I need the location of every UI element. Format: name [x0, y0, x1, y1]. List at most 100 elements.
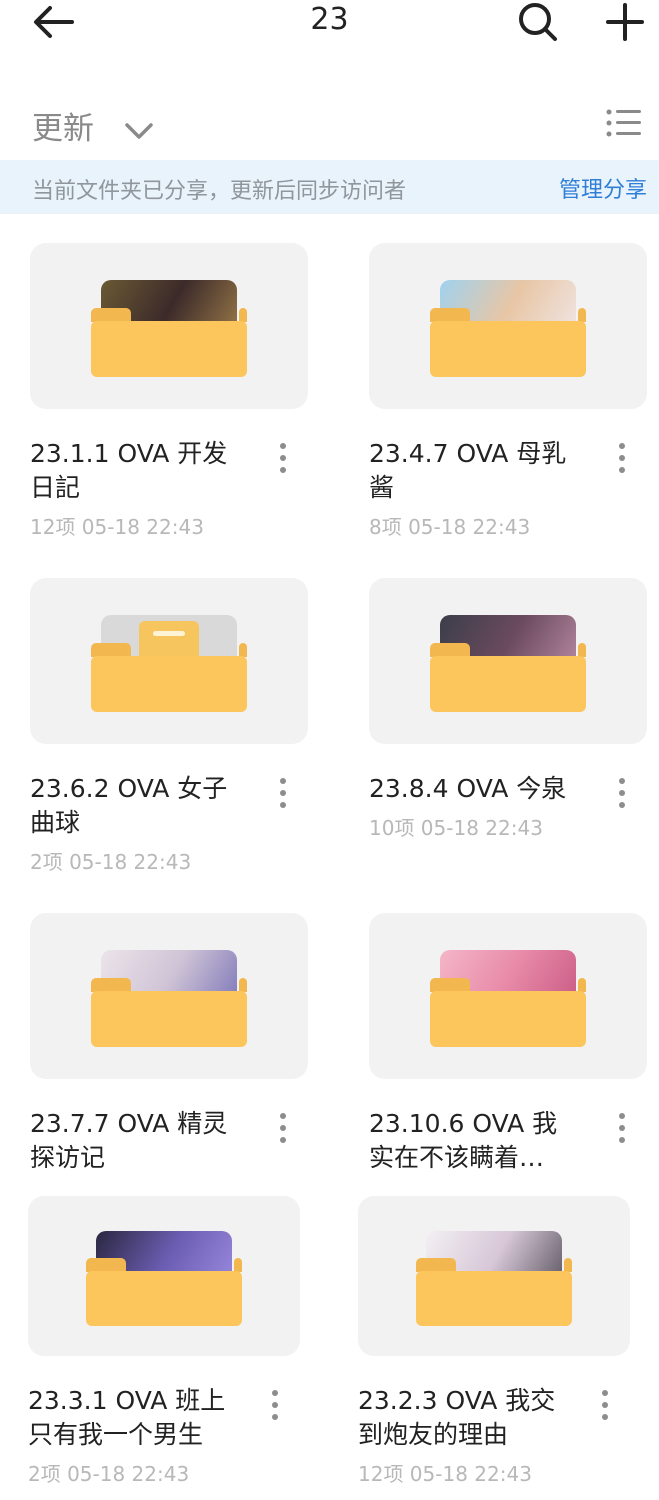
more-dot	[272, 1414, 278, 1420]
folder-icon	[430, 656, 586, 713]
folder-name-line: 实在不该瞒着…	[369, 1143, 545, 1172]
folder-name-line: 探访记	[30, 1143, 106, 1172]
folder-name-line: 23.7.7 OVA 精灵	[30, 1109, 228, 1138]
folder-tab	[91, 307, 131, 322]
folder-card[interactable]: 23.1.1 OVA 开发 日記 12项 05-18 22:43	[30, 243, 308, 543]
folder-card[interactable]: 23.8.4 OVA 今泉 10项 05-18 22:43	[369, 578, 647, 878]
folder-name-line: 23.1.1 OVA 开发	[30, 439, 228, 468]
folder-meta: 8项 05-18 22:43	[369, 515, 531, 539]
share-banner: 当前文件夹已分享，更新后同步访问者 管理分享	[0, 160, 659, 214]
folder-meta: 10项 05-18 22:43	[369, 816, 543, 840]
more-vertical-icon[interactable]	[619, 778, 625, 808]
more-vertical-icon[interactable]	[280, 1113, 286, 1143]
more-dot	[280, 1113, 286, 1119]
folder-thumbnail	[30, 913, 308, 1079]
more-dot	[619, 1125, 625, 1131]
more-dot	[619, 1137, 625, 1143]
more-dot	[280, 455, 286, 461]
folder-tab-right	[239, 642, 247, 657]
folder-name-line: 曲球	[30, 808, 81, 837]
folder-name: 23.3.1 OVA 班上 只有我一个男生	[28, 1384, 240, 1452]
folder-icon	[91, 991, 247, 1048]
folder-tab	[430, 307, 470, 322]
more-dot	[619, 1113, 625, 1119]
folder-thumbnail	[30, 243, 308, 409]
folder-card[interactable]: 23.10.6 OVA 我实在不该瞒着…	[369, 913, 647, 1213]
folder-icon	[430, 991, 586, 1048]
folder-icon	[416, 1271, 572, 1326]
folder-thumbnail	[358, 1196, 630, 1356]
chevron-down-icon	[124, 113, 154, 149]
folder-name: 23.8.4 OVA 今泉	[369, 772, 587, 806]
folder-tab-right	[239, 307, 247, 322]
folder-meta: 12项 05-18 22:43	[30, 515, 204, 539]
folder-name: 23.10.6 OVA 我实在不该瞒着…	[369, 1107, 587, 1175]
folder-tab-right	[578, 642, 586, 657]
folder-card[interactable]: 23.7.7 OVA 精灵 探访记	[30, 913, 308, 1213]
more-dot	[602, 1390, 608, 1396]
plus-icon[interactable]	[602, 0, 648, 44]
sort-bar: 更新	[0, 95, 659, 155]
folder-thumbnail	[30, 578, 308, 744]
more-dot	[280, 790, 286, 796]
more-dot	[619, 802, 625, 808]
folder-tab-right	[578, 977, 586, 992]
folder-tab-right	[578, 307, 586, 322]
folder-meta: 12项 05-18 22:43	[358, 1462, 532, 1486]
more-vertical-icon[interactable]	[619, 443, 625, 473]
more-dot	[619, 467, 625, 473]
list-view-icon[interactable]	[604, 105, 644, 141]
folder-icon	[91, 321, 247, 378]
share-banner-text: 当前文件夹已分享，更新后同步访问者	[32, 179, 407, 204]
more-dot	[280, 1137, 286, 1143]
folder-name: 23.1.1 OVA 开发 日記	[30, 437, 248, 505]
folder-name-line: 23.6.2 OVA 女子	[30, 774, 228, 803]
more-dot	[272, 1390, 278, 1396]
folder-thumbnail	[369, 243, 647, 409]
folder-name-line: 只有我一个男生	[28, 1420, 204, 1449]
more-dot	[602, 1402, 608, 1408]
more-vertical-icon[interactable]	[272, 1390, 278, 1420]
folder-thumbnail	[369, 913, 647, 1079]
more-dot	[272, 1402, 278, 1408]
folder-icon	[91, 656, 247, 713]
folder-name-line: 到炮友的理由	[358, 1420, 509, 1449]
folder-card[interactable]: 23.4.7 OVA 母乳酱 8项 05-18 22:43	[369, 243, 647, 543]
top-bar: 23	[0, 0, 659, 60]
folder-meta: 2项 05-18 22:43	[28, 1462, 190, 1486]
more-dot	[619, 778, 625, 784]
sort-dropdown[interactable]: 更新	[32, 103, 154, 149]
folder-name-line: 23.2.3 OVA 我交	[358, 1386, 556, 1415]
folder-tab	[91, 977, 131, 992]
more-vertical-icon[interactable]	[619, 1113, 625, 1143]
folder-name: 23.7.7 OVA 精灵 探访记	[30, 1107, 248, 1175]
folder-card[interactable]: 23.3.1 OVA 班上 只有我一个男生 2项 05-18 22:43	[28, 1196, 300, 1496]
folder-name: 23.6.2 OVA 女子 曲球	[30, 772, 248, 840]
search-icon[interactable]	[514, 0, 560, 44]
folder-thumbnail	[369, 578, 647, 744]
folder-card[interactable]: 23.6.2 OVA 女子 曲球 2项 05-18 22:43	[30, 578, 308, 878]
more-dot	[619, 455, 625, 461]
folder-name-line: 23.8.4 OVA 今泉	[369, 774, 567, 803]
more-dot	[280, 467, 286, 473]
more-vertical-icon[interactable]	[280, 778, 286, 808]
more-vertical-icon[interactable]	[602, 1390, 608, 1420]
folder-tab	[430, 977, 470, 992]
folder-card[interactable]: 23.2.3 OVA 我交 到炮友的理由 12项 05-18 22:43	[358, 1196, 630, 1496]
folder-tab	[91, 642, 131, 657]
folder-icon	[430, 321, 586, 378]
folder-name: 23.4.7 OVA 母乳酱	[369, 437, 587, 505]
folder-tab	[430, 642, 470, 657]
more-dot	[619, 443, 625, 449]
more-dot	[602, 1414, 608, 1420]
more-dot	[280, 802, 286, 808]
folder-name-line: 23.10.6 OVA 我	[369, 1109, 558, 1138]
folder-name-line: 23.3.1 OVA 班上	[28, 1386, 226, 1415]
manage-share-link[interactable]: 管理分享	[559, 172, 647, 204]
more-vertical-icon[interactable]	[280, 443, 286, 473]
more-dot	[280, 778, 286, 784]
folder-name-line: 日記	[30, 473, 81, 502]
folder-paper-line	[153, 631, 185, 637]
more-dot	[619, 790, 625, 796]
folder-name-line: 酱	[369, 473, 395, 502]
